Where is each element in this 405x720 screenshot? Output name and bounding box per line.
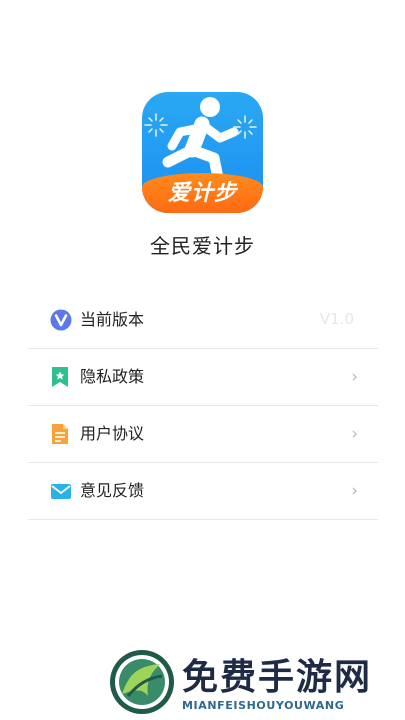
app-header: 爱计步 全民爱计步 [0,0,405,270]
watermark-logo-icon [108,648,176,716]
menu-item-version[interactable]: 当前版本 V1.0 [28,292,378,349]
chevron-right-icon: › [351,481,358,501]
chevron-right-icon: › [351,424,358,444]
menu-label-privacy: 隐私政策 [80,367,145,386]
menu-label-feedback: 意见反馈 [80,481,145,500]
version-v-icon [50,309,72,331]
site-watermark: 免费手游网 MIANFEISHOUYOUWANG [104,643,404,720]
menu-label-agreement: 用户协议 [80,424,145,443]
watermark-title: 免费手游网 [182,657,373,698]
chevron-right-icon: › [351,367,358,387]
agreement-document-icon [50,423,70,445]
app-logo: 爱计步 [142,92,263,213]
app-name: 全民爱计步 [150,234,255,258]
version-value: V1.0 [319,310,354,328]
settings-menu: 当前版本 V1.0 隐私政策 › 用户协议 › 意见反馈 › [28,292,378,520]
watermark-subtitle: MIANFEISHOUYOUWANG [182,699,345,712]
menu-label-version: 当前版本 [80,310,145,329]
feedback-mail-icon [50,480,71,502]
menu-item-feedback[interactable]: 意见反馈 › [28,463,378,520]
privacy-bookmark-icon [50,366,70,388]
menu-item-privacy[interactable]: 隐私政策 › [28,349,378,406]
menu-item-agreement[interactable]: 用户协议 › [28,406,378,463]
logo-text: 爱计步 [167,181,237,206]
